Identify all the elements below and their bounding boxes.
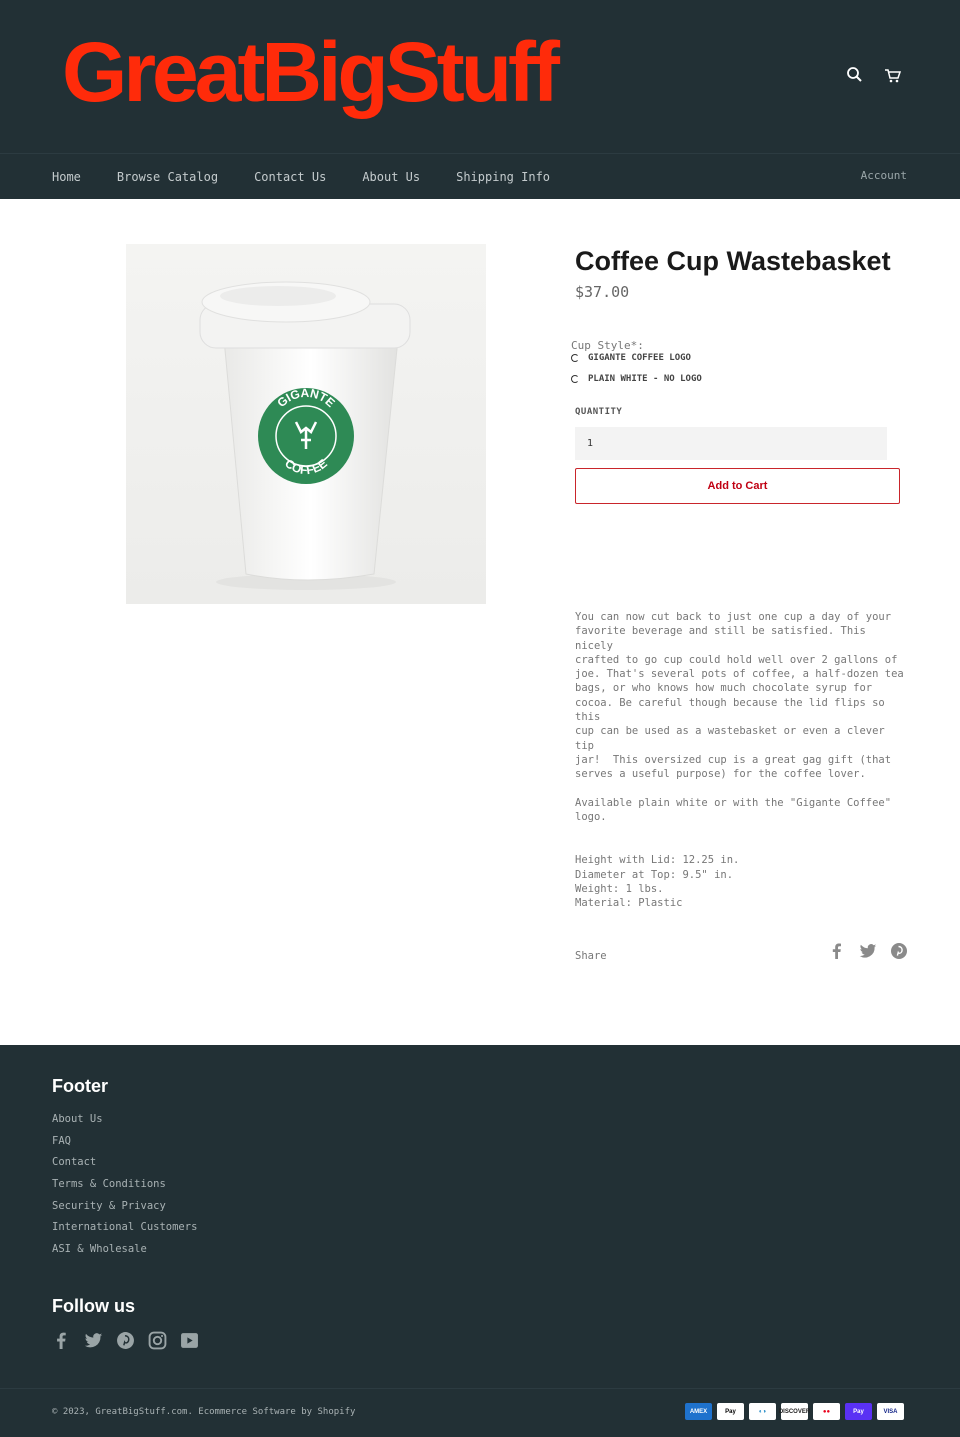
radio-button[interactable] — [571, 375, 579, 383]
nav-about-us[interactable]: About Us — [362, 170, 420, 184]
apple-pay-icon: Pay — [717, 1403, 744, 1420]
product-price: $37.00 — [575, 283, 630, 301]
share-row: Share — [575, 942, 908, 964]
account-link[interactable]: Account — [861, 169, 907, 182]
youtube-icon[interactable] — [180, 1331, 199, 1350]
nav-browse-catalog[interactable]: Browse Catalog — [117, 170, 218, 184]
amex-icon: AMEX — [685, 1403, 712, 1420]
footer-link-international[interactable]: International Customers — [52, 1221, 197, 1243]
site-logo[interactable]: GreatBigStuff — [62, 30, 560, 114]
instagram-icon[interactable] — [148, 1331, 167, 1350]
quantity-label: QUANTITY — [575, 407, 623, 417]
twitter-icon[interactable] — [859, 942, 877, 960]
footer-link-about-us[interactable]: About Us — [52, 1113, 197, 1135]
payment-icons: AMEX Pay ◐◑ DISCOVER ●● Pay VISA — [685, 1403, 904, 1420]
header-icons — [846, 66, 902, 84]
option-label: PLAIN WHITE - NO LOGO — [588, 374, 702, 384]
footer-link-asi-wholesale[interactable]: ASI & Wholesale — [52, 1243, 197, 1265]
search-icon[interactable] — [846, 66, 864, 84]
visa-icon: VISA — [877, 1403, 904, 1420]
site-footer: Footer About Us FAQ Contact Terms & Cond… — [0, 1045, 960, 1437]
share-label: Share — [575, 949, 607, 962]
facebook-icon[interactable] — [828, 942, 846, 960]
diners-club-icon: ◐◑ — [749, 1403, 776, 1420]
header-top: GreatBigStuff — [0, 0, 960, 154]
footer-link-faq[interactable]: FAQ — [52, 1135, 197, 1157]
discover-icon: DISCOVER — [779, 1403, 810, 1420]
footer-link-terms[interactable]: Terms & Conditions — [52, 1178, 197, 1200]
footer-link-security-privacy[interactable]: Security & Privacy — [52, 1200, 197, 1222]
main-nav: Home Browse Catalog Contact Us About Us … — [0, 154, 960, 199]
option-label: GIGANTE COFFEE LOGO — [588, 353, 691, 363]
footer-title: Footer — [52, 1076, 108, 1096]
pinterest-icon[interactable] — [890, 942, 908, 960]
shop-pay-icon: Pay — [845, 1403, 872, 1420]
social-links — [52, 1331, 199, 1350]
share-icons — [828, 942, 908, 960]
product-description: You can now cut back to just one cup a d… — [575, 611, 904, 824]
follow-us-title: Follow us — [52, 1296, 135, 1316]
product-specs: Height with Lid: 12.25 in. Diameter at T… — [575, 854, 740, 910]
footer-bottom: © 2023, GreatBigStuff.com. Ecommerce Sof… — [0, 1388, 960, 1437]
pinterest-icon[interactable] — [116, 1331, 135, 1350]
product-image[interactable]: GIGANTE COFFEE — [126, 244, 486, 604]
radio-button[interactable] — [571, 354, 579, 362]
option-plain-white[interactable]: PLAIN WHITE - NO LOGO — [571, 374, 905, 384]
cart-icon[interactable] — [884, 66, 902, 84]
nav-contact-us[interactable]: Contact Us — [254, 170, 326, 184]
coffee-cup-illustration: GIGANTE COFFEE — [199, 281, 411, 590]
product-info: Coffee Cup Wastebasket $37.00 Cup Style*… — [571, 244, 908, 964]
mastercard-icon: ●● — [813, 1403, 840, 1420]
product-title: Coffee Cup Wastebasket — [575, 246, 891, 276]
twitter-icon[interactable] — [84, 1331, 103, 1350]
copyright-text: © 2023, GreatBigStuff.com. Ecommerce Sof… — [52, 1407, 356, 1417]
option-gigante-coffee-logo[interactable]: GIGANTE COFFEE LOGO — [571, 353, 905, 363]
cup-style-label: Cup Style*: — [571, 339, 644, 352]
site-header: GreatBigStuff Home Browse Catalog Contac… — [0, 0, 960, 199]
footer-link-contact[interactable]: Contact — [52, 1156, 197, 1178]
nav-home[interactable]: Home — [52, 170, 81, 184]
quantity-input[interactable]: 1 — [575, 427, 887, 460]
facebook-icon[interactable] — [52, 1331, 71, 1350]
footer-links: About Us FAQ Contact Terms & Conditions … — [52, 1113, 197, 1265]
add-to-cart-button[interactable]: Add to Cart — [575, 468, 900, 504]
product-section: GIGANTE COFFEE Coffee Cup Wastebasket $3… — [0, 199, 960, 1045]
nav-shipping-info[interactable]: Shipping Info — [456, 170, 550, 184]
